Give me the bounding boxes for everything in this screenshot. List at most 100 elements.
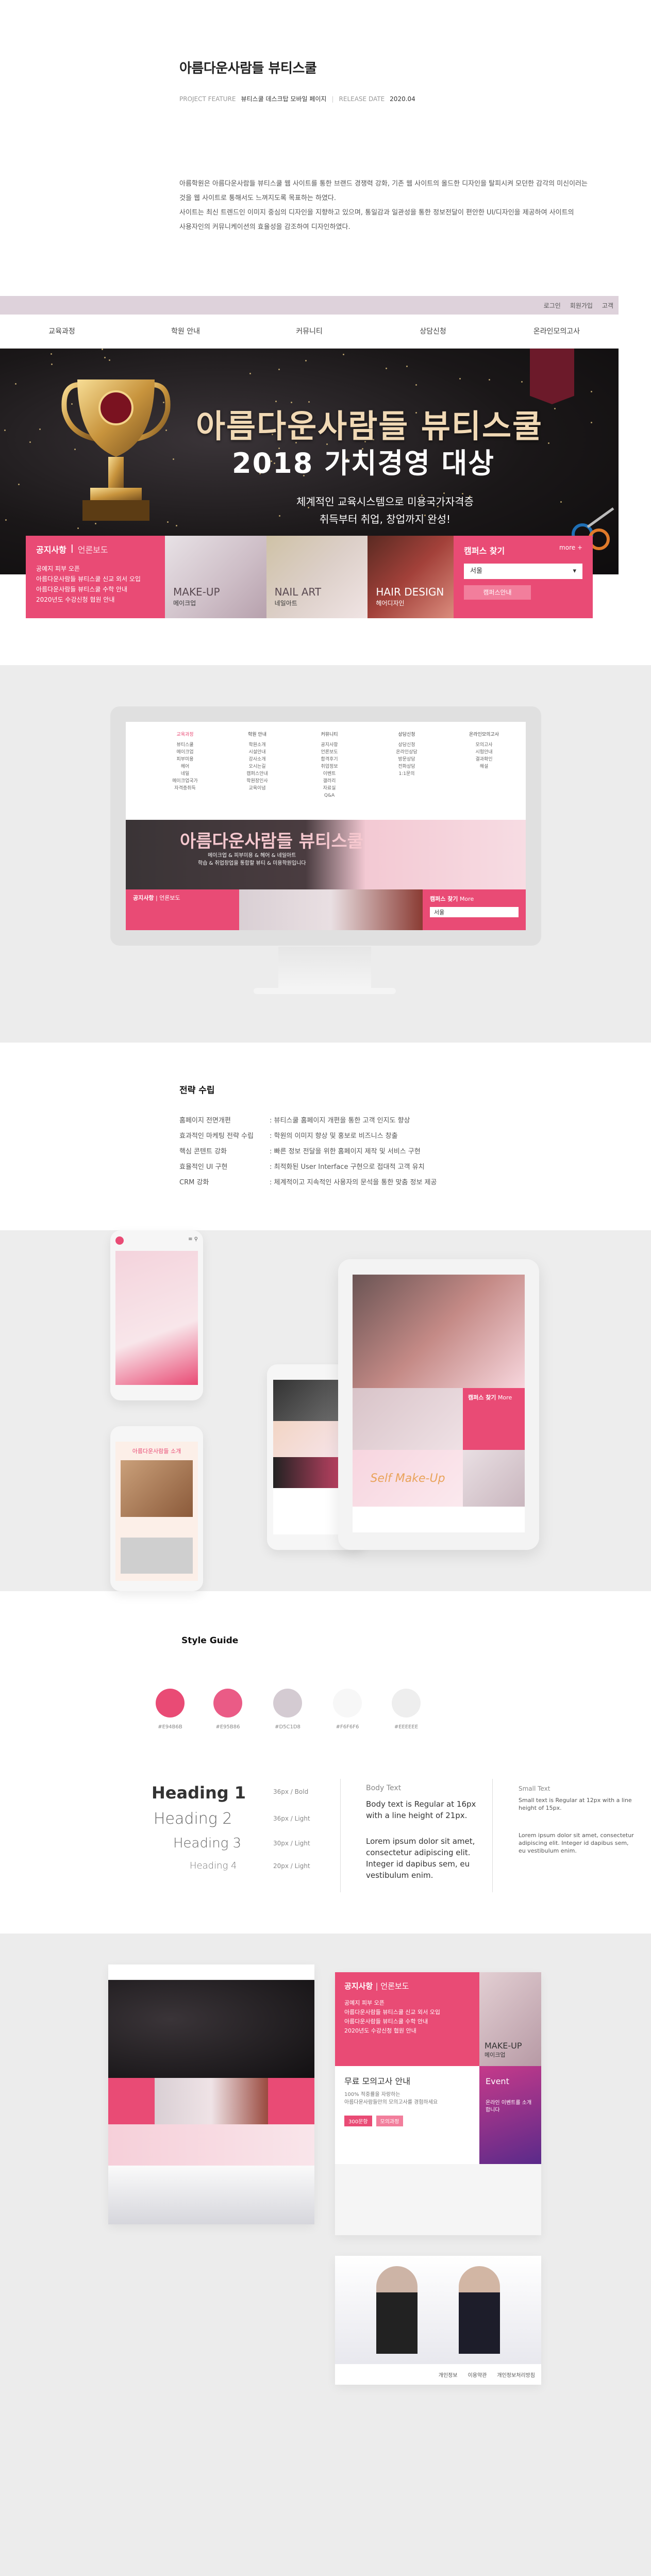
utility-links: 로그인 회원가입 고객 <box>544 301 613 310</box>
campus-select[interactable]: 서울 ▾ <box>464 564 582 579</box>
list-item[interactable]: 2020년도 수강신청 협원 안내 <box>36 595 155 605</box>
color-swatch-label: #E94B6B <box>158 1724 182 1730</box>
heading-3-sample: Heading 3 <box>173 1836 242 1851</box>
list-item[interactable]: 아름다운사람들 뷰티스쿨 수학 안내 <box>344 2017 470 2026</box>
mini-hero-title: 아름다운사람들 뷰티스쿨 <box>180 831 363 852</box>
promo-makeup[interactable]: MAKE-UP 메이크업 <box>165 536 266 618</box>
heading-2-spec: 36px / Light <box>273 1815 310 1822</box>
m-exam-title: 무료 모의고사 안내 <box>344 2076 410 2086</box>
sparkle <box>4 430 6 431</box>
m-exam-copy: 100% 적중률을 자랑하는 아름다운사람들만의 모의고사를 경험하세요 <box>344 2092 438 2105</box>
tablet-hero <box>353 1275 525 1388</box>
m-event[interactable]: Event 온라인 이벤트를 소개합니다 <box>479 2066 541 2164</box>
sparkle <box>560 501 562 503</box>
monitor-screen: 교육과정 뷰티스쿨 메이크업 피부미용 헤어 네일 메이크업국가 자격증취득 학원 안내 학원소… <box>126 722 526 930</box>
strategy-section: 전략 수립 홈페이지 전면개편: 뷰티스쿨 홈페이지 개편을 통한 고객 인지도… <box>179 1083 437 1191</box>
tab-press[interactable]: 언론보도 <box>78 543 108 555</box>
list-item[interactable]: 아름다운사람들 뷰티스쿨 신교 외서 오입 <box>36 574 155 584</box>
campus-more-link[interactable]: more + <box>559 544 582 556</box>
hero-copy-line: 체계적인 교육시스템으로 미용국가자격증 <box>296 496 474 508</box>
m-exam-buttons: 300문항 모의과정 <box>344 2116 470 2126</box>
promo-label: HAIR DESIGN 헤어디자인 <box>376 586 444 607</box>
desktop-thumbnail <box>108 1964 314 2224</box>
sparkle <box>305 360 307 361</box>
m-mid-row: 무료 모의고사 안내 100% 적중률을 자랑하는 아름다운사람들만의 모의고사를… <box>335 2066 541 2164</box>
sparkle <box>29 441 31 443</box>
heading-3-spec: 30px / Light <box>273 1840 310 1847</box>
tab-notice[interactable]: 공지사항 <box>36 543 66 555</box>
nav-item-courses[interactable]: 교육과정 <box>0 315 124 348</box>
m-exam-button[interactable]: 300문항 <box>344 2116 372 2126</box>
mobile-mock-2: 아름다운사람들 소개 <box>110 1426 203 1591</box>
footer-link[interactable]: 이용약관 <box>468 2371 487 2379</box>
promo-nail[interactable]: NAIL ART 네일아트 <box>266 536 368 618</box>
strategy-row: 홈페이지 전면개편: 뷰티스쿨 홈페이지 개편을 통한 고객 인지도 향상 <box>179 1117 410 1125</box>
desc-line: 사용자인의 커뮤니케이션의 효율성을 감조하여 디자인하였다. <box>179 223 350 231</box>
heading-1-spec: 36px / Bold <box>273 1788 309 1795</box>
footer-link[interactable]: 개인정보처리방침 <box>497 2371 535 2379</box>
project-description: 아름학원은 아름다운사람들 뷰티스쿨 웹 사이트를 통한 브랜드 경쟁력 강화,… <box>179 177 643 235</box>
mobile-staff-screen: 개인정보 이용약관 개인정보처리방침 <box>335 2256 541 2385</box>
list-item[interactable]: 공예지 피부 오픈 <box>344 1999 470 2008</box>
nav-item-about[interactable]: 학원 안내 <box>124 315 247 348</box>
tablet-row: 캠퍼스 찾기 More <box>353 1388 525 1450</box>
sparkle <box>5 519 7 521</box>
nav-item-community[interactable]: 커뮤니티 <box>247 315 371 348</box>
release-label: RELEASE DATE <box>339 95 385 103</box>
small-text-label: Small Text <box>519 1785 550 1792</box>
list-item[interactable]: 2020년도 수강신청 협원 안내 <box>344 2026 470 2036</box>
sparkle <box>102 349 103 350</box>
strategy-row: CRM 강화: 체계적이고 지속적인 사용자의 문석을 통한 맞춤 정보 제공 <box>179 1179 437 1186</box>
mobile-about-image <box>121 1538 193 1574</box>
monitor-frame: 교육과정 뷰티스쿨 메이크업 피부미용 헤어 네일 메이크업국가 자격증취득 학원 안내 학원소… <box>110 706 541 946</box>
release-value: 2020.04 <box>390 95 415 103</box>
customer-link[interactable]: 고객 <box>602 301 613 310</box>
hero-title: 아름다운사람들 뷰티스쿨 <box>196 407 543 445</box>
color-swatch <box>273 1689 302 1718</box>
notice-tabs: 공지사항 | 언론보도 <box>36 543 155 555</box>
m-exam-button[interactable]: 모의과정 <box>376 2116 404 2126</box>
mega-col: 상담신청 상담신청 온라인상담 방문상담 전화상담 1:1문의 <box>396 732 418 777</box>
monitor-section: 교육과정 뷰티스쿨 메이크업 피부미용 헤어 네일 메이크업국가 자격증취득 학원 안내 학원소… <box>0 665 651 1043</box>
strategy-row: 효율적인 UI 구현: 최적화된 User Interface 구현으로 접대적… <box>179 1163 425 1171</box>
m-event-title: Event <box>486 2076 509 2086</box>
nav-item-online-exam[interactable]: 온라인모의고사 <box>495 315 619 348</box>
campus-info-button[interactable]: 캠퍼스안내 <box>464 585 531 600</box>
page-title: 아름다운사람들 뷰티스쿨 <box>179 61 317 76</box>
list-item[interactable]: 아름다운사람들 뷰티스쿨 신교 외서 오입 <box>344 2008 470 2017</box>
promo-label: NAIL ART 네일아트 <box>274 586 322 607</box>
tablet-mock: 캠퍼스 찾기 More Self Make-Up <box>338 1259 539 1550</box>
list-item[interactable]: 아름다운사람들 뷰티스쿨 수학 안내 <box>36 584 155 595</box>
color-swatch-label: #EEEEEE <box>394 1724 419 1730</box>
m-footer-links: 개인정보 이용약관 개인정보처리방침 <box>335 2364 541 2385</box>
color-swatch <box>333 1689 362 1718</box>
small-text-spec: Small text is Regular at 12px with a lin… <box>519 1797 632 1811</box>
footer-link[interactable]: 개인정보 <box>439 2371 458 2379</box>
mobile-about: 아름다운사람들 소개 <box>115 1442 198 1581</box>
login-link[interactable]: 로그인 <box>544 301 561 310</box>
m-makeup[interactable]: MAKE-UP 메이크업 <box>479 1972 541 2066</box>
desc-line: 사이트는 최신 트렌드인 이미지 중심의 디자인을 지향하고 있으며, 통일감과… <box>179 209 574 217</box>
signup-link[interactable]: 회원가입 <box>570 301 593 310</box>
feature-label: PROJECT FEATURE <box>179 95 236 103</box>
sparkle <box>176 525 177 526</box>
list-item[interactable]: 공예지 피부 오픈 <box>36 564 155 574</box>
sparkle <box>459 378 461 379</box>
mega-col: 커뮤니티 공지사항 언론보도 합격후기 취업정보 이벤트 갤러리 자료실 Q&A <box>321 732 338 798</box>
staff-photos <box>335 2256 541 2364</box>
course-promo: MAKE-UP 메이크업 NAIL ART 네일아트 HAIR DESIGN 헤어디자… <box>165 536 470 618</box>
hero-subtitle: 2018 가치경영 대상 <box>232 447 495 480</box>
sparkle <box>249 373 251 374</box>
nav-item-consult[interactable]: 상담신청 <box>371 315 495 348</box>
promo-label: MAKE-UP 메이크업 <box>173 586 220 607</box>
sparkle <box>591 422 592 423</box>
sparkle <box>39 428 41 430</box>
m-exam: 무료 모의고사 안내 100% 적중률을 자랑하는 아름다운사람들만의 모의고사를… <box>335 2066 479 2164</box>
mega-col: 학원 안내 학원소개 시설안내 강사소개 오시는길 캠퍼스안내 학원장인사 교육이념 <box>246 732 268 791</box>
sparkle <box>109 359 110 361</box>
menu-icon[interactable]: ≡ ⚲ <box>188 1236 198 1246</box>
campus-header: 캠퍼스 찾기 more + <box>464 544 582 556</box>
tablet-image <box>463 1450 525 1507</box>
thumb-notice <box>108 2078 155 2124</box>
hero-copy-line: 취득부터 취업, 창업까지 완성! <box>319 513 451 525</box>
